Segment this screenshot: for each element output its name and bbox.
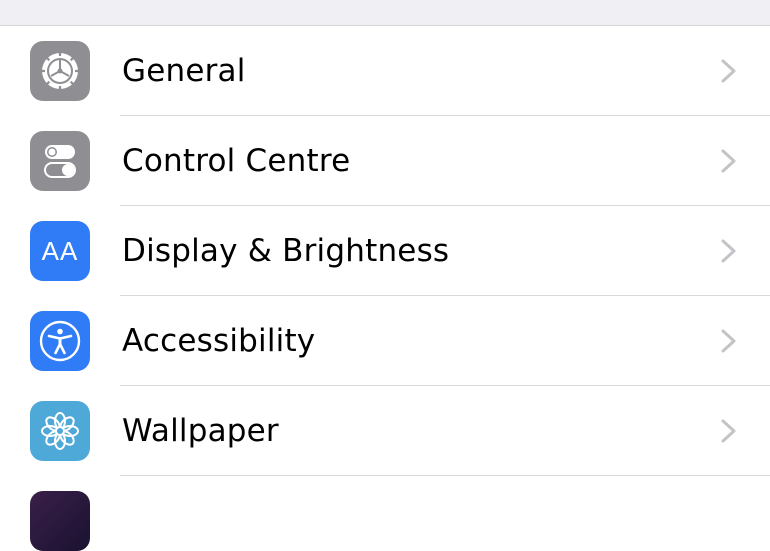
settings-row-display-brightness[interactable]: AA Display & Brightness	[0, 206, 770, 296]
settings-row-partial[interactable]	[0, 476, 770, 551]
settings-row-wallpaper[interactable]: Wallpaper	[0, 386, 770, 476]
settings-row-label: Wallpaper	[122, 413, 279, 449]
chevron-right-icon	[721, 59, 736, 83]
chevron-right-icon	[721, 419, 736, 443]
toggles-icon	[30, 131, 90, 191]
accessibility-icon	[30, 311, 90, 371]
gear-icon	[30, 41, 90, 101]
settings-row-label: General	[122, 53, 246, 89]
chevron-right-icon	[721, 239, 736, 263]
settings-row-label: Accessibility	[122, 323, 316, 359]
group-header-gap	[0, 0, 770, 26]
text-size-icon: AA	[30, 221, 90, 281]
settings-row-control-centre[interactable]: Control Centre	[0, 116, 770, 206]
flower-icon	[30, 401, 90, 461]
settings-list: General Control Centre AA Display & Brig…	[0, 26, 770, 476]
chevron-right-icon	[721, 329, 736, 353]
settings-row-label: Control Centre	[122, 143, 351, 179]
chevron-right-icon	[721, 149, 736, 173]
settings-row-label: Display & Brightness	[122, 233, 450, 269]
text-size-glyph: AA	[41, 235, 79, 266]
siri-icon	[30, 491, 90, 551]
settings-row-accessibility[interactable]: Accessibility	[0, 296, 770, 386]
settings-row-general[interactable]: General	[0, 26, 770, 116]
